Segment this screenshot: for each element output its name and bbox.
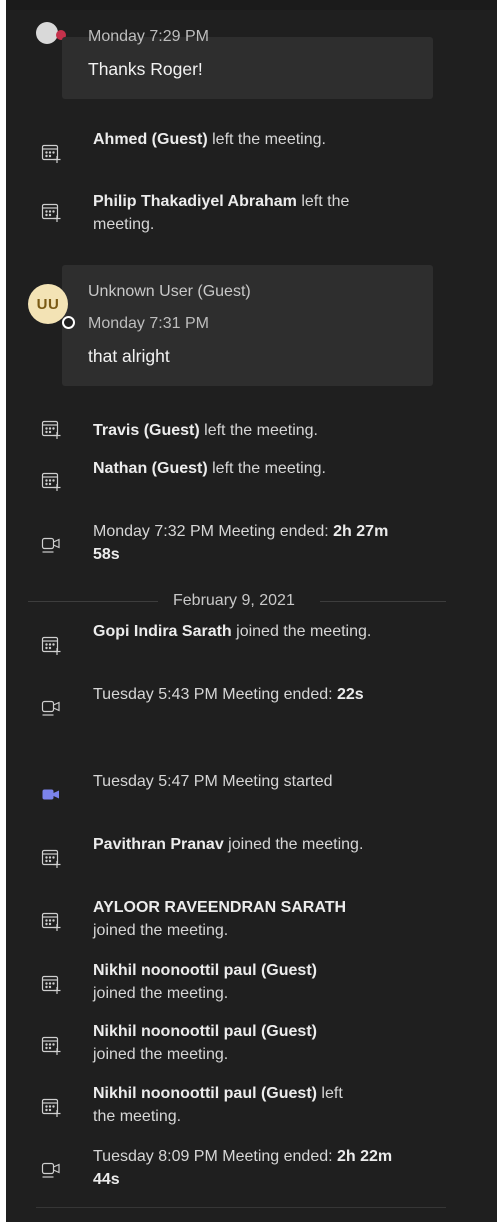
message-sender: Unknown User (Guest)	[88, 283, 251, 300]
event-text: Tuesday 8:09 PM Meeting ended: 2h 22m 44…	[93, 1145, 393, 1191]
calendar-add-icon	[41, 1036, 61, 1055]
calendar-add-icon	[41, 472, 61, 491]
event-text: Ahmed (Guest) left the meeting.	[93, 128, 393, 151]
event-description: Tuesday 5:47 PM Meeting started	[93, 773, 333, 790]
participant-name: Philip Thakadiyel Abraham	[93, 193, 297, 210]
event-description: left the meeting.	[207, 131, 326, 148]
top-edge	[6, 0, 497, 10]
participant-name: Ahmed (Guest)	[93, 131, 208, 148]
date-divider: February 9, 2021	[28, 592, 446, 610]
event-description: Monday 7:32 PM Meeting ended:	[93, 523, 334, 540]
video-camera-icon	[41, 537, 60, 553]
event-text: Philip Thakadiyel Abraham left the meeti…	[93, 190, 393, 236]
event-text: Gopi Indira Sarath joined the meeting.	[93, 620, 393, 643]
calendar-add-icon	[41, 1098, 61, 1117]
calendar-add-icon	[41, 975, 61, 994]
participant-name: Nikhil noonoottil paul (Guest)	[93, 962, 317, 979]
participant-name: Gopi Indira Sarath	[93, 623, 232, 640]
calendar-add-icon	[41, 203, 61, 222]
message-time: Monday 7:31 PM	[88, 315, 209, 332]
event-text: Monday 7:32 PM Meeting ended: 2h 27m 58s	[93, 520, 393, 566]
calendar-add-icon	[41, 144, 61, 163]
message-time: Monday 7:29 PM	[88, 28, 209, 45]
event-description: Tuesday 5:43 PM Meeting ended:	[93, 686, 337, 703]
event-text: Tuesday 5:43 PM Meeting ended: 22s	[93, 683, 393, 706]
avatar-partial	[36, 22, 58, 44]
video-camera-icon	[41, 1162, 60, 1178]
event-text: Nikhil noonoottil paul (Guest) joined th…	[93, 1020, 363, 1066]
calendar-add-icon	[41, 636, 61, 655]
event-description: joined the meeting.	[93, 1046, 229, 1063]
event-description: joined the meeting.	[223, 836, 364, 853]
participant-name: Travis (Guest)	[93, 422, 200, 439]
event-description: joined the meeting.	[93, 922, 229, 939]
event-text: Pavithran Pranav joined the meeting.	[93, 833, 393, 856]
message-text: that alright	[88, 346, 170, 366]
presence-status-icon	[62, 316, 75, 329]
video-camera-filled-icon	[42, 789, 59, 800]
calendar-add-icon	[41, 849, 61, 868]
message-bubble[interactable]: Monday 7:29 PM Thanks Roger!	[62, 28, 433, 99]
divider-line	[320, 601, 446, 602]
calendar-add-icon	[41, 420, 61, 439]
participant-name: Nikhil noonoottil paul (Guest)	[93, 1023, 317, 1040]
participant-name: Pavithran Pranav	[93, 836, 224, 853]
bottom-divider	[36, 1207, 446, 1208]
event-text: AYLOOR RAVEENDRAN SARATH joined the meet…	[93, 896, 353, 942]
avatar[interactable]: UU	[28, 284, 68, 324]
event-description: joined the meeting.	[93, 985, 229, 1002]
calendar-add-icon	[41, 912, 61, 931]
event-text: Travis (Guest) left the meeting.	[93, 419, 393, 442]
event-text: Nikhil noonoottil paul (Guest) left the …	[93, 1082, 363, 1128]
participant-name: AYLOOR RAVEENDRAN SARATH	[93, 899, 347, 916]
participant-name: Nikhil noonoottil paul (Guest)	[93, 1085, 317, 1102]
meeting-duration: 22s	[337, 686, 364, 703]
date-label: February 9, 2021	[173, 592, 295, 609]
message-bubble[interactable]: Unknown User (Guest) Monday 7:31 PM that…	[62, 265, 433, 386]
video-camera-icon	[41, 700, 60, 716]
participant-name: Nathan (Guest)	[93, 460, 208, 477]
event-text: Tuesday 5:47 PM Meeting started	[93, 770, 393, 793]
event-text: Nikhil noonoottil paul (Guest) joined th…	[93, 959, 363, 1005]
message-text: Thanks Roger!	[88, 59, 203, 79]
event-description: joined the meeting.	[231, 623, 372, 640]
event-description: left the meeting.	[207, 460, 326, 477]
event-description: Tuesday 8:09 PM Meeting ended:	[93, 1148, 337, 1165]
chat-panel: Monday 7:29 PM Thanks Roger! Ahmed (Gues…	[6, 0, 497, 1222]
event-text: Nathan (Guest) left the meeting.	[93, 457, 393, 480]
divider-line	[28, 601, 158, 602]
event-description: left the meeting.	[199, 422, 318, 439]
